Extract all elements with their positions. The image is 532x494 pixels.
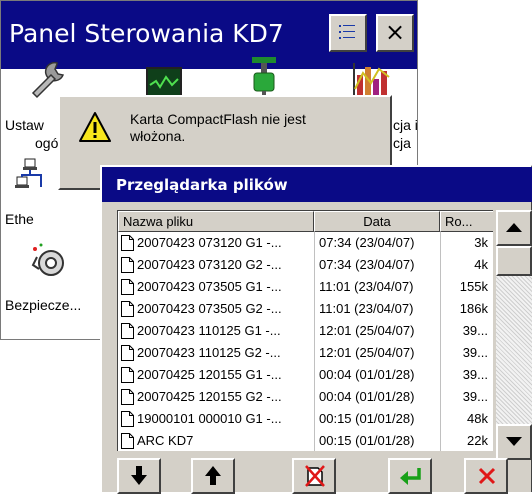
- table-row[interactable]: ARC KD7 00:15 (01/01/28) 22k: [118, 430, 493, 451]
- document-icon: [121, 433, 134, 449]
- triangle-up-icon: [506, 223, 522, 232]
- reports-label-line2: cja: [393, 135, 411, 151]
- table-row[interactable]: 20070423 073120 G1 -... 07:34 (23/04/07) 3…: [118, 232, 493, 254]
- arrow-down-icon: [131, 466, 147, 485]
- file-date: 00:15 (01/01/28): [319, 411, 415, 426]
- table-row[interactable]: 20070425 120155 G2 -... 00:04 (01/01/28) 3…: [118, 386, 493, 408]
- file-name: 20070425 120155 G2 -...: [137, 389, 282, 404]
- document-icon: [121, 279, 134, 295]
- table-row[interactable]: 19000101 000010 G1 -... 00:15 (01/01/28) 4…: [118, 408, 493, 430]
- file-size: 48k: [467, 411, 488, 426]
- file-date: 12:01 (25/04/07): [319, 323, 415, 338]
- settings-label-line1: Ustaw: [5, 117, 44, 133]
- triangle-down-icon: [506, 437, 522, 446]
- file-browser-window: Przeglądarka plików Nazwa pliku Data Ro.…: [100, 165, 532, 494]
- reports-item[interactable]: [353, 61, 393, 97]
- document-icon: [121, 367, 134, 383]
- file-size: 39...: [462, 323, 488, 338]
- file-list-scrollbar[interactable]: [496, 210, 532, 460]
- column-header-name[interactable]: Nazwa pliku: [118, 211, 314, 232]
- close-icon: ×: [384, 18, 406, 46]
- settings-item[interactable]: [21, 59, 81, 99]
- monitor-chart-icon: [146, 67, 182, 97]
- arrow-up-icon: [205, 466, 221, 485]
- table-row[interactable]: 20070425 120155 G1 -... 00:04 (01/01/28) 3…: [118, 364, 493, 386]
- file-browser-title: Przeglądarka plików: [116, 176, 288, 194]
- scrollbar-thumb[interactable]: [496, 246, 532, 276]
- security-icon: [31, 243, 64, 276]
- file-date: 11:01 (23/04/07): [319, 279, 414, 294]
- settings-label-line2: ogó: [35, 135, 59, 151]
- document-icon: [121, 389, 134, 405]
- file-size: 39...: [462, 345, 488, 360]
- enter-icon: [400, 468, 421, 485]
- warning-icon: [79, 112, 111, 142]
- ethernet-label: Ethe: [5, 211, 34, 227]
- file-size: 22k: [467, 433, 488, 448]
- bar-chart-icon: [353, 63, 390, 95]
- file-name: 20070423 110125 G2 -...: [137, 345, 281, 360]
- file-size: 39...: [462, 367, 488, 382]
- sensor-item[interactable]: [249, 57, 279, 99]
- eject-card-button[interactable]: [292, 458, 336, 494]
- file-name: 20070423 073120 G2 -...: [137, 257, 282, 272]
- document-icon: [121, 411, 134, 427]
- reports-label-line1: cja i: [393, 117, 418, 133]
- menu-button[interactable]: [329, 14, 367, 52]
- file-date: 00:15 (01/01/28): [319, 433, 415, 448]
- file-name: 19000101 000010 G1 -...: [137, 411, 282, 426]
- scroll-up-button[interactable]: [496, 210, 532, 246]
- control-panel-title: Panel Sterowania KD7: [9, 19, 284, 48]
- sensor-icon: [252, 57, 276, 99]
- file-name: 20070425 120155 G1 -...: [137, 367, 282, 382]
- table-row[interactable]: 20070423 110125 G2 -... 12:01 (25/04/07) 3…: [118, 342, 493, 364]
- file-browser-titlebar: Przeglądarka plików: [102, 167, 532, 202]
- document-icon: [121, 323, 134, 339]
- no-card-icon: [305, 465, 325, 487]
- file-name: 20070423 073120 G1 -...: [137, 235, 282, 250]
- cancel-icon: [478, 467, 496, 485]
- file-name: 20070423 073505 G1 -...: [137, 279, 282, 294]
- cancel-button[interactable]: [464, 458, 508, 494]
- file-date: 00:04 (01/01/28): [319, 367, 415, 382]
- file-name: 20070423 073505 G2 -...: [137, 301, 282, 316]
- document-icon: [121, 235, 134, 251]
- table-row[interactable]: 20070423 110125 G1 -... 12:01 (25/04/07) 3…: [118, 320, 493, 342]
- document-icon: [121, 345, 134, 361]
- confirm-button[interactable]: [388, 458, 432, 494]
- move-down-button[interactable]: [117, 458, 161, 494]
- file-size: 39...: [462, 389, 488, 404]
- document-icon: [121, 301, 134, 317]
- move-up-button[interactable]: [191, 458, 235, 494]
- wrench-icon: [31, 61, 65, 99]
- column-header-size[interactable]: Ro...: [440, 211, 493, 232]
- monitor-item[interactable]: [146, 67, 182, 97]
- network-icon: [15, 158, 42, 188]
- file-size: 3k: [474, 235, 488, 250]
- file-date: 11:01 (23/04/07): [319, 301, 414, 316]
- table-row[interactable]: 20070423 073505 G1 -... 11:01 (23/04/07) 1…: [118, 276, 493, 298]
- file-size: 4k: [474, 257, 488, 272]
- scroll-down-button[interactable]: [496, 424, 532, 460]
- file-date: 07:34 (23/04/07): [319, 235, 415, 250]
- file-name: ARC KD7: [137, 433, 194, 448]
- file-list[interactable]: Nazwa pliku Data Ro... 20070423 073120 G…: [117, 210, 493, 451]
- ethernet-item[interactable]: [15, 157, 49, 203]
- file-date: 07:34 (23/04/07): [319, 257, 415, 272]
- file-name: 20070423 110125 G1 -...: [137, 323, 281, 338]
- warning-message: Karta CompactFlash nie jest włożona.: [130, 111, 306, 144]
- file-date: 00:04 (01/01/28): [319, 389, 415, 404]
- file-date: 12:01 (25/04/07): [319, 345, 415, 360]
- close-button[interactable]: ×: [376, 14, 414, 52]
- table-row[interactable]: 20070423 073120 G2 -... 07:34 (23/04/07) 4…: [118, 254, 493, 276]
- security-item[interactable]: [29, 243, 69, 283]
- file-size: 186k: [459, 301, 488, 316]
- table-row[interactable]: 20070423 073505 G2 -... 11:01 (23/04/07) 1…: [118, 298, 493, 320]
- column-header-date[interactable]: Data: [314, 211, 440, 232]
- file-size: 155k: [459, 279, 488, 294]
- document-icon: [121, 257, 134, 273]
- list-icon: [339, 25, 355, 39]
- security-label: Bezpiecze...: [5, 297, 82, 313]
